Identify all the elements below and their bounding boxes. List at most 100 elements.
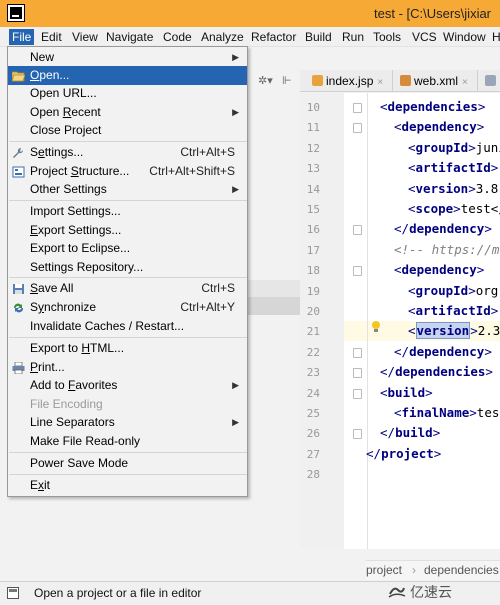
- menu-item-export-settings[interactable]: Export Settings...: [8, 221, 247, 240]
- menu-item-settings[interactable]: Settings... Ctrl+Alt+S: [8, 143, 247, 162]
- code-line: <artifactId>: [408, 303, 499, 318]
- menu-item-save-all[interactable]: Save All Ctrl+S: [8, 279, 247, 298]
- line-number: 13: [306, 162, 320, 176]
- menu-item-label: Open URL...: [30, 86, 97, 100]
- menu-item-synchronize[interactable]: Synchronize Ctrl+Alt+Y: [8, 298, 247, 317]
- line-number: 19: [306, 284, 320, 298]
- menu-item-label: Line Separators: [30, 415, 115, 429]
- menu-item-line-separators[interactable]: Line Separators ▶: [8, 413, 247, 432]
- print-icon: [12, 361, 25, 375]
- line-number: 16: [306, 223, 320, 237]
- code-line: <groupId>org.: [408, 282, 500, 298]
- menu-item-label: Import Settings...: [30, 204, 121, 218]
- menu-item-export-to-eclipse[interactable]: Export to Eclipse...: [8, 239, 247, 258]
- menu-item-shortcut: Ctrl+Alt+Y: [180, 300, 235, 314]
- menu-item-label: New: [30, 50, 55, 64]
- line-number: 14: [306, 182, 320, 196]
- menu-separator: [9, 277, 247, 278]
- menu-item-label: Power Save Mode: [30, 456, 129, 470]
- menu-item-close-project[interactable]: Close Project: [8, 121, 247, 140]
- code-line: </dependency>: [394, 221, 492, 237]
- code-line: <scope>test</: [408, 201, 500, 216]
- fold-marker-icon[interactable]: [353, 225, 362, 236]
- menu-item-label: Synchronize: [30, 300, 97, 314]
- tool-window-icon[interactable]: [7, 587, 19, 599]
- menu-item-label: Project Structure...: [30, 164, 130, 178]
- menu-item-label: Settings...: [30, 145, 84, 159]
- code-line: <groupId>juni: [408, 139, 500, 155]
- sync-icon: [12, 301, 25, 313]
- fold-marker-icon[interactable]: [353, 103, 362, 113]
- menu-item-label: Open...: [30, 68, 70, 82]
- menu-item-open-url[interactable]: Open URL...: [8, 84, 247, 103]
- menu-item-print[interactable]: Print...: [8, 358, 247, 377]
- menu-item-label: Close Project: [30, 123, 102, 137]
- menu-separator: [9, 200, 247, 201]
- line-number: 18: [306, 264, 320, 278]
- code-line: <build>: [380, 384, 433, 400]
- menu-item-project-structure[interactable]: Project Structure... Ctrl+Alt+Shift+S: [8, 162, 247, 181]
- code-line: <dependency>: [394, 262, 485, 278]
- submenu-arrow-icon: ▶: [232, 380, 239, 390]
- line-number: 27: [306, 447, 320, 461]
- line-number: 12: [306, 141, 320, 155]
- menu-item-exit[interactable]: Exit: [8, 476, 247, 495]
- menu-item-shortcut: Ctrl+S: [201, 281, 235, 295]
- line-number: 15: [306, 203, 320, 216]
- menu-item-label: Exit: [30, 478, 51, 492]
- fold-marker-icon[interactable]: [353, 347, 362, 358]
- line-number: 24: [306, 386, 320, 400]
- file-menu-dropdown: New ▶ Open... Open URL... Open Recent ▶ Close …: [7, 46, 248, 497]
- save-icon: [12, 282, 25, 294]
- code-line: <version>3.8.: [408, 180, 500, 196]
- menu-item-label: File Encoding: [30, 397, 103, 411]
- line-number: 25: [306, 407, 320, 420]
- menu-item-add-to-favorites[interactable]: Add to Favorites ▶: [8, 376, 247, 395]
- breadcrumb-separator: ›: [412, 563, 416, 577]
- submenu-arrow-icon: ▶: [232, 184, 239, 194]
- lightbulb-icon[interactable]: [371, 321, 381, 333]
- breadcrumb-dependencies[interactable]: dependencies: [424, 561, 499, 580]
- submenu-arrow-icon: ▶: [232, 417, 239, 427]
- project-structure-icon: [12, 165, 25, 178]
- line-number: 28: [306, 468, 320, 482]
- line-number: 21: [306, 325, 320, 339]
- code-line: <finalName>tes: [394, 405, 500, 420]
- menu-item-export-to-html[interactable]: Export to HTML...: [8, 339, 247, 358]
- menu-item-label: Settings Repository...: [30, 260, 144, 274]
- menu-item-new[interactable]: New ▶: [8, 48, 247, 67]
- menu-item-open-recent[interactable]: Open Recent ▶: [8, 103, 247, 122]
- menu-item-invalidate-caches-restart[interactable]: Invalidate Caches / Restart...: [8, 317, 247, 336]
- watermark: 亿速云: [410, 584, 452, 600]
- line-number: 26: [306, 427, 320, 441]
- code-line: <version>2.3.: [408, 322, 500, 340]
- menu-item-power-save-mode[interactable]: Power Save Mode: [8, 454, 247, 473]
- menu-separator: [9, 141, 247, 142]
- fold-marker-icon[interactable]: [353, 123, 362, 134]
- menu-item-label: Invalidate Caches / Restart...: [30, 319, 185, 333]
- menu-item-make-file-read-only[interactable]: Make File Read-only: [8, 432, 247, 451]
- fold-marker-icon[interactable]: [353, 266, 362, 277]
- breadcrumb-project[interactable]: project: [366, 561, 402, 580]
- menu-item-label: Export to Eclipse...: [30, 241, 131, 255]
- fold-marker-icon[interactable]: [353, 388, 362, 399]
- menu-item-open[interactable]: Open...: [8, 66, 247, 85]
- code-line: </dependencies>: [380, 364, 493, 380]
- menu-item-label: Open Recent: [30, 105, 101, 119]
- menu-item-import-settings[interactable]: Import Settings...: [8, 202, 247, 221]
- line-number: 11: [306, 121, 320, 135]
- yisu-logo-icon: [388, 587, 406, 598]
- menu-item-shortcut: Ctrl+Alt+Shift+S: [149, 164, 235, 178]
- code-line: <dependencies>: [380, 99, 486, 114]
- fold-marker-icon[interactable]: [353, 429, 362, 440]
- wrench-icon: [12, 146, 25, 158]
- menu-item-settings-repository[interactable]: Settings Repository...: [8, 258, 247, 277]
- menu-item-other-settings[interactable]: Other Settings ▶: [8, 180, 247, 199]
- submenu-arrow-icon: ▶: [232, 107, 239, 117]
- line-number: 20: [306, 305, 320, 318]
- menu-item-label: Export to HTML...: [30, 341, 125, 355]
- fold-marker-icon[interactable]: [353, 368, 362, 379]
- folder-open-icon: [11, 69, 26, 82]
- code-line: <artifactId>: [408, 160, 499, 176]
- code-line: <dependency>: [394, 119, 485, 135]
